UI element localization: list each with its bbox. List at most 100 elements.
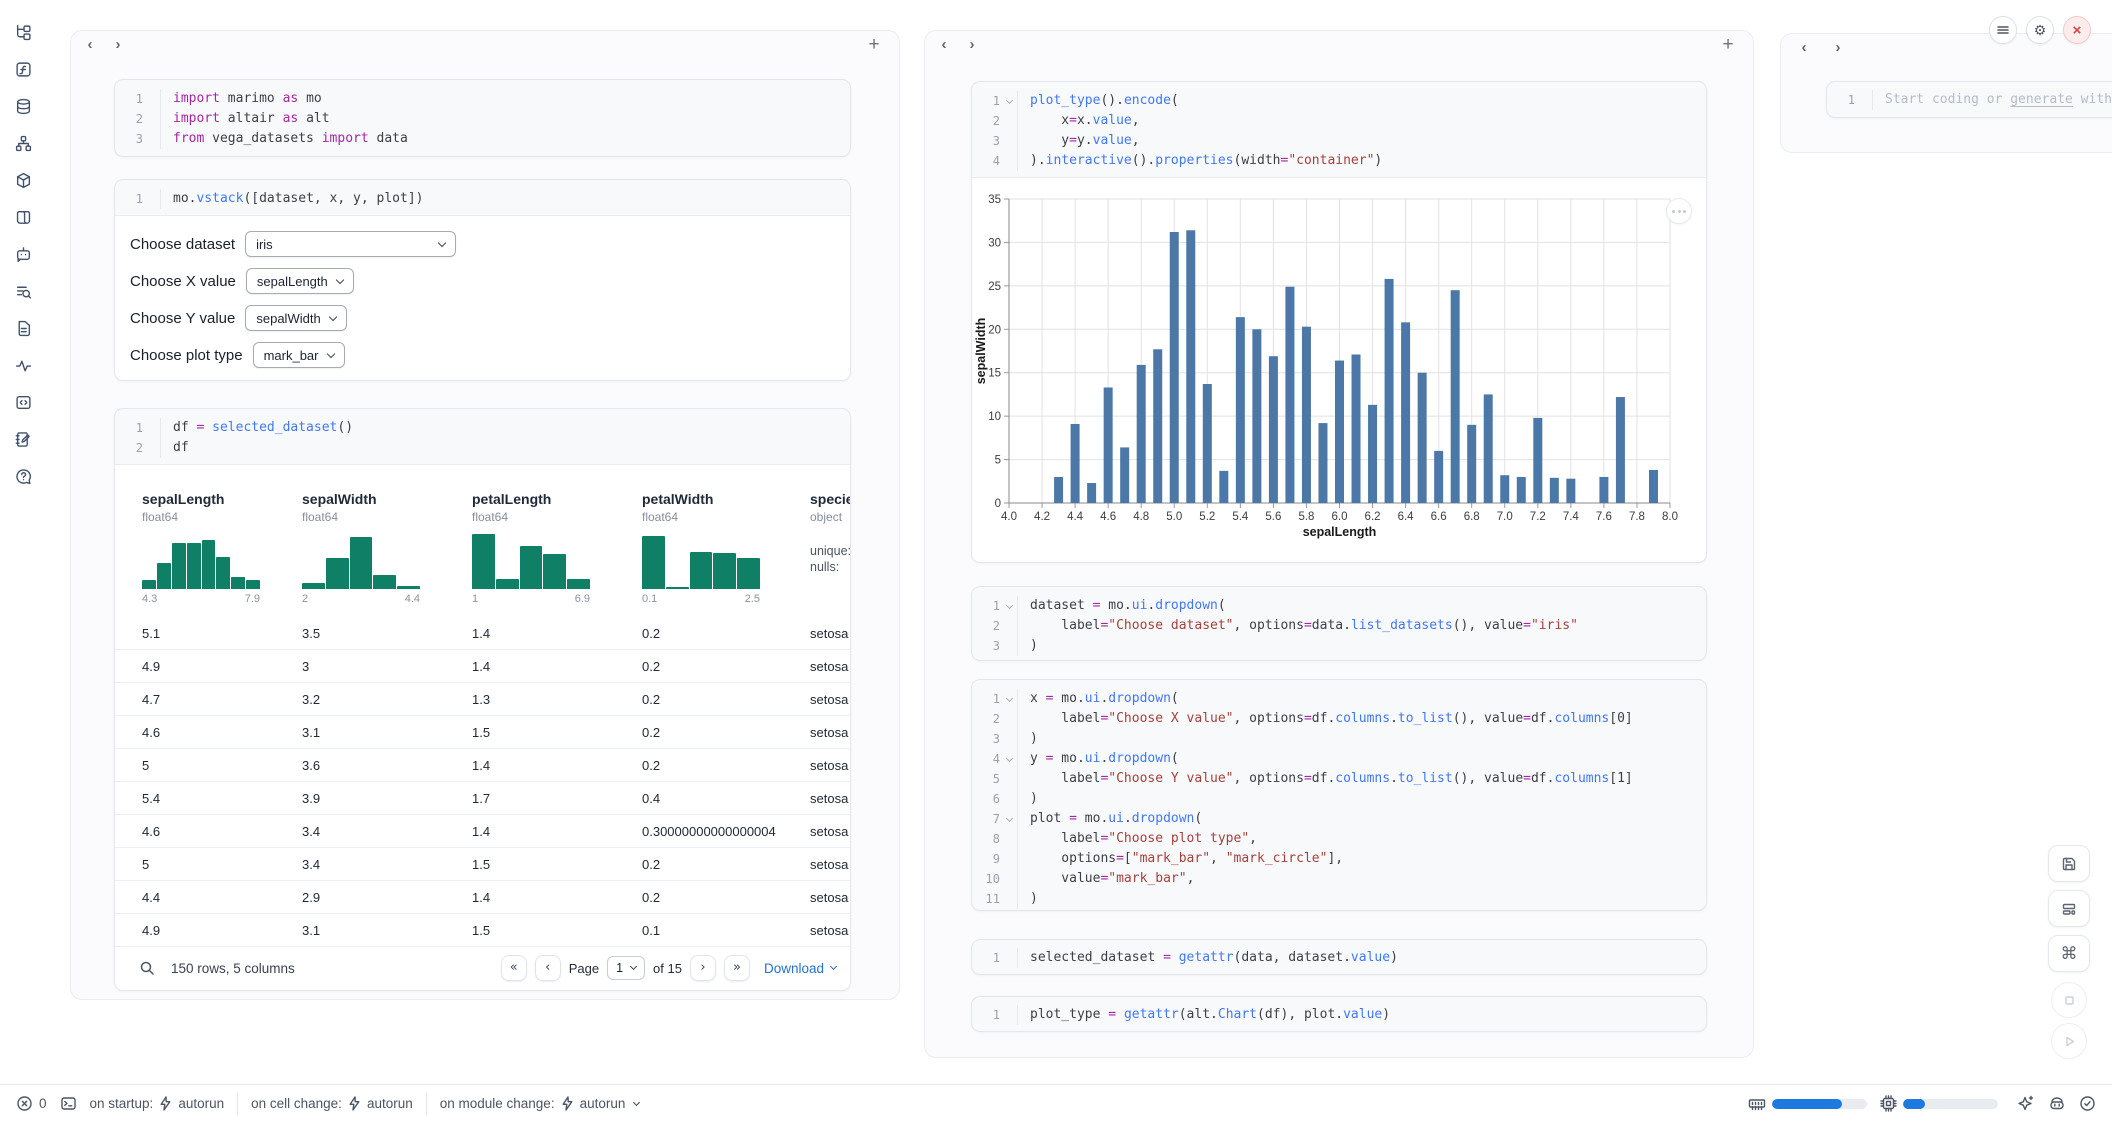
autorun-toggle[interactable]: on startup:autorun [90, 1096, 225, 1111]
command-palette-button[interactable]: ⌘ [2048, 935, 2090, 972]
dependency-graph-icon[interactable] [15, 135, 32, 152]
table-cell: setosa [810, 890, 850, 905]
column-left-next-icon[interactable]: › [107, 36, 129, 53]
svg-text:4.0: 4.0 [1001, 511, 1017, 523]
search-icon[interactable] [139, 960, 155, 976]
table-column-header[interactable]: sepalLengthfloat644.37.9 [142, 491, 302, 605]
chart-menu-button[interactable] [1666, 198, 1692, 224]
terminal-button[interactable] [60, 1095, 77, 1112]
chevron-down-icon [328, 312, 336, 320]
column-middle-prev-icon[interactable]: ‹ [933, 36, 955, 53]
table-cell: 1.3 [472, 692, 642, 707]
add-cell-button[interactable]: + [863, 34, 885, 56]
table-row: 4.73.21.30.2setosa [115, 683, 850, 716]
download-button[interactable]: Download [764, 961, 836, 976]
database-icon[interactable] [15, 98, 32, 115]
code-line: 4y = mo.ui.dropdown( [972, 749, 1706, 769]
code-line: 2 label="Choose X value", options=df.col… [972, 709, 1706, 729]
code-editor[interactable]: 1df = selected_dataset()2df [115, 409, 850, 464]
help-icon[interactable] [15, 468, 32, 485]
code-editor[interactable]: 1mo.vstack([dataset, x, y, plot]) [115, 180, 850, 215]
connection-status-button[interactable] [2079, 1095, 2096, 1112]
code-line: 1df = selected_dataset() [115, 418, 850, 438]
save-button[interactable] [2048, 845, 2090, 882]
function-square-icon[interactable] [15, 61, 32, 78]
column-right: ‹ › 1 Start coding or generate with [1780, 33, 2112, 153]
bar-chart[interactable]: 4.04.24.44.64.85.05.25.45.65.86.06.26.46… [972, 178, 1706, 562]
table-column-header[interactable]: sepalWidthfloat6424.4 [302, 491, 472, 605]
svg-text:6.8: 6.8 [1464, 511, 1480, 523]
histogram-bar [172, 543, 186, 589]
line-number: 2 [972, 111, 1004, 131]
svg-text:7.8: 7.8 [1629, 511, 1645, 523]
run-button[interactable] [2051, 1023, 2087, 1059]
column-right-prev-icon[interactable]: ‹ [1793, 39, 1815, 56]
svg-text:5: 5 [995, 455, 1001, 467]
column-middle-next-icon[interactable]: › [961, 36, 983, 53]
code-snippet-icon[interactable] [15, 394, 32, 411]
column-right-next-icon[interactable]: › [1827, 39, 1849, 56]
package-icon[interactable] [15, 172, 32, 189]
settings-button[interactable]: ⚙ [2026, 16, 2054, 44]
dropdown-select[interactable]: sepalWidth [245, 305, 346, 331]
table-row: 53.61.40.2setosa [115, 749, 850, 782]
table-cell: 0.2 [642, 659, 810, 674]
lightning-icon [561, 1096, 574, 1111]
table-column-header[interactable]: petalWidthfloat640.12.5 [642, 491, 810, 605]
prev-page-button[interactable]: ‹ [535, 955, 561, 981]
last-page-button[interactable]: » [724, 955, 750, 981]
line-number: 1 [115, 189, 147, 209]
code-editor[interactable]: 1plot_type().encode(2 x=x.value,3 y=y.va… [972, 82, 1706, 177]
dropdown-select[interactable]: mark_bar [253, 342, 345, 368]
cell-selected-dataset: 1selected_dataset = getattr(data, datase… [971, 939, 1707, 975]
stop-button[interactable] [2051, 982, 2087, 1018]
generate-link[interactable]: generate [2010, 92, 2073, 107]
table-column-header[interactable]: petalLengthfloat6416.9 [472, 491, 642, 605]
script-icon[interactable] [15, 209, 32, 226]
histogram-bar [187, 543, 201, 589]
dropdown-select[interactable]: sepalLength [246, 268, 354, 294]
column-left-prev-icon[interactable]: ‹ [79, 36, 101, 53]
table-cell: 0.2 [642, 626, 810, 641]
code-editor[interactable]: 1plot_type = getattr(alt.Chart(df), plot… [972, 997, 1706, 1032]
code-editor[interactable]: 1x = mo.ui.dropdown(2 label="Choose X va… [972, 680, 1706, 911]
scratchpad-icon[interactable] [15, 431, 32, 448]
table-column-header[interactable]: speciesobjectunique:nulls: [810, 491, 850, 605]
scratch-editor[interactable]: 1 Start coding or generate with [1827, 82, 2112, 118]
line-number: 11 [972, 889, 1004, 909]
table-cell: 0.2 [642, 890, 810, 905]
cell-vstack: 1mo.vstack([dataset, x, y, plot]) Choose… [114, 179, 851, 381]
line-number: 4 [972, 151, 1004, 171]
code-editor[interactable]: 1selected_dataset = getattr(data, datase… [972, 940, 1706, 975]
profiler-icon[interactable] [15, 357, 32, 374]
next-page-button[interactable]: › [690, 955, 716, 981]
logs-search-icon[interactable] [15, 283, 32, 300]
code-line: 1mo.vstack([dataset, x, y, plot]) [115, 189, 850, 209]
table-cell: 1.5 [472, 923, 642, 938]
code-line: 1 Start coding or generate with [1827, 90, 2112, 110]
page-select[interactable]: 1 [607, 956, 645, 980]
close-button[interactable]: × [2063, 16, 2091, 44]
copilot-button[interactable] [2048, 1095, 2066, 1113]
histogram-bar [496, 579, 519, 589]
code-line: 10 value="mark_bar", [972, 869, 1706, 889]
autorun-toggle[interactable]: on cell change:autorun [251, 1096, 413, 1111]
fold-chevron-icon [1006, 695, 1013, 702]
dropdown-select[interactable]: iris [245, 231, 456, 257]
table-cell: 3.4 [302, 824, 472, 839]
autorun-toggle[interactable]: on module change:autorun [440, 1096, 640, 1111]
file-tree-icon[interactable] [15, 24, 32, 41]
add-cell-button[interactable]: + [1717, 34, 1739, 56]
first-page-button[interactable]: « [501, 955, 527, 981]
code-editor[interactable]: 1import marimo as mo2import altair as al… [115, 80, 850, 155]
layout-button[interactable] [2048, 890, 2090, 927]
error-count-button[interactable]: 0 [16, 1095, 47, 1112]
table-cell: 2.9 [302, 890, 472, 905]
chat-bot-icon[interactable] [15, 246, 32, 263]
menu-button[interactable] [1989, 16, 2017, 44]
ai-button[interactable] [2017, 1095, 2035, 1113]
documentation-icon[interactable] [15, 320, 32, 337]
code-editor[interactable]: 1dataset = mo.ui.dropdown(2 label="Choos… [972, 587, 1706, 661]
command-icon: ⌘ [2061, 944, 2078, 964]
chevron-down-icon [438, 238, 446, 246]
